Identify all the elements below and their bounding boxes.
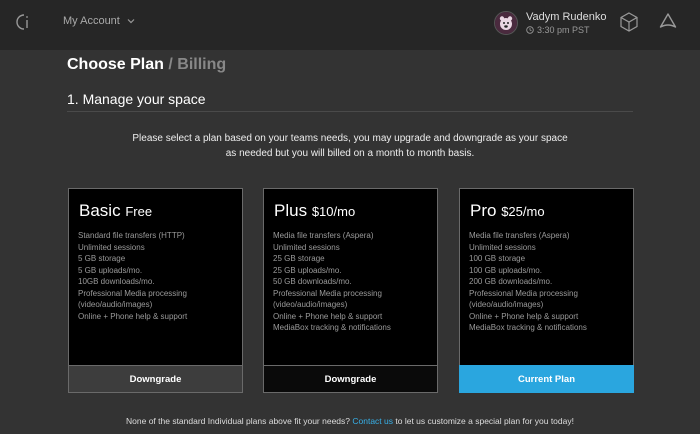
plan-features: Media file transfers (Aspera) Unlimited … (469, 230, 587, 334)
feature-item: Online + Phone help & support (78, 311, 188, 321)
page-title: Choose Plan / Billing (67, 56, 226, 74)
feature-item: Unlimited sessions (78, 242, 145, 252)
feature-item: 100 GB uploads/mo. (469, 265, 542, 275)
section-title: 1. Manage your space (67, 91, 206, 107)
feature-item: 100 GB storage (469, 254, 526, 263)
user-name: Vadym Rudenko (526, 11, 607, 23)
avatar-icon (495, 12, 517, 34)
feature-item: 25 GB uploads/mo. (273, 265, 342, 275)
feature-item: 10GB downloads/mo. (78, 277, 155, 286)
triangle-logo-icon[interactable] (659, 12, 677, 30)
my-account-label: My Account (63, 15, 120, 27)
feature-item: (video/audio/images) (273, 300, 348, 309)
page-title-text: Choose Plan (67, 56, 164, 73)
downgrade-button[interactable]: Downgrade (263, 365, 438, 393)
feature-item: MediaBox tracking & notifications (469, 323, 587, 332)
plan-card-basic: Basic Free Standard file transfers (HTTP… (68, 188, 243, 393)
plan-name: Basic Free (79, 201, 152, 221)
feature-item: Professional Media processing (469, 288, 578, 298)
feature-item: 5 GB uploads/mo. (78, 265, 143, 275)
feature-item: 25 GB storage (273, 254, 325, 263)
feature-item: 5 GB storage (78, 254, 126, 263)
current-plan-button[interactable]: Current Plan (459, 365, 634, 393)
feature-item: Online + Phone help & support (469, 311, 579, 321)
plan-features: Standard file transfers (HTTP) Unlimited… (78, 230, 187, 322)
cube-icon[interactable] (619, 11, 639, 33)
divider (67, 111, 633, 112)
user-time-text: 3:30 pm PST (537, 25, 590, 35)
feature-item: 200 GB downloads/mo. (469, 277, 553, 286)
footer-text-before: None of the standard Individual plans ab… (126, 416, 353, 426)
plan-name-text: Basic (79, 201, 121, 220)
feature-item: (video/audio/images) (78, 300, 153, 309)
plan-name-text: Pro (470, 201, 497, 220)
feature-item: Standard file transfers (HTTP) (78, 231, 185, 240)
breadcrumb-separator: / (168, 56, 173, 73)
feature-item: (video/audio/images) (469, 300, 544, 309)
avatar (494, 11, 518, 35)
feature-item: Unlimited sessions (469, 242, 536, 252)
plan-price: Free (125, 204, 153, 219)
feature-item: Online + Phone help & support (273, 311, 383, 321)
feature-item: Media file transfers (Aspera) (469, 231, 570, 240)
plan-price: $10/mo (311, 204, 356, 219)
plan-features: Media file transfers (Aspera) Unlimited … (273, 230, 391, 334)
intro-text: Please select a plan based on your teams… (132, 133, 568, 159)
footer-note: None of the standard Individual plans ab… (0, 416, 700, 426)
user-info[interactable]: Vadym Rudenko 3:30 pm PST (494, 11, 607, 35)
contact-us-link[interactable]: Contact us (352, 416, 393, 426)
plan-name: Plus $10/mo (274, 201, 355, 221)
clock-icon (526, 26, 534, 34)
chevron-down-icon (127, 19, 135, 24)
feature-item: Media file transfers (Aspera) (273, 231, 374, 240)
feature-item: Professional Media processing (273, 288, 382, 298)
plan-name-text: Plus (274, 201, 308, 220)
ci-logo-icon[interactable] (12, 12, 32, 32)
feature-item: MediaBox tracking & notifications (273, 323, 391, 332)
my-account-menu[interactable]: My Account (63, 15, 135, 27)
feature-item: 50 GB downloads/mo. (273, 277, 352, 286)
downgrade-button[interactable]: Downgrade (68, 365, 243, 393)
plan-card-plus: Plus $10/mo Media file transfers (Aspera… (263, 188, 438, 393)
footer-text-after: to let us customize a special plan for y… (393, 416, 574, 426)
top-bar: My Account Vadym Rudenko 3:30 pm PST (0, 0, 700, 50)
plan-card-pro: Pro $25/mo Media file transfers (Aspera)… (459, 188, 634, 393)
plan-price: $25/mo (501, 204, 545, 219)
feature-item: Unlimited sessions (273, 242, 340, 252)
user-time: 3:30 pm PST (526, 25, 607, 35)
feature-item: Professional Media processing (78, 288, 187, 298)
breadcrumb-billing[interactable]: Billing (177, 56, 226, 73)
plan-name: Pro $25/mo (470, 201, 545, 221)
